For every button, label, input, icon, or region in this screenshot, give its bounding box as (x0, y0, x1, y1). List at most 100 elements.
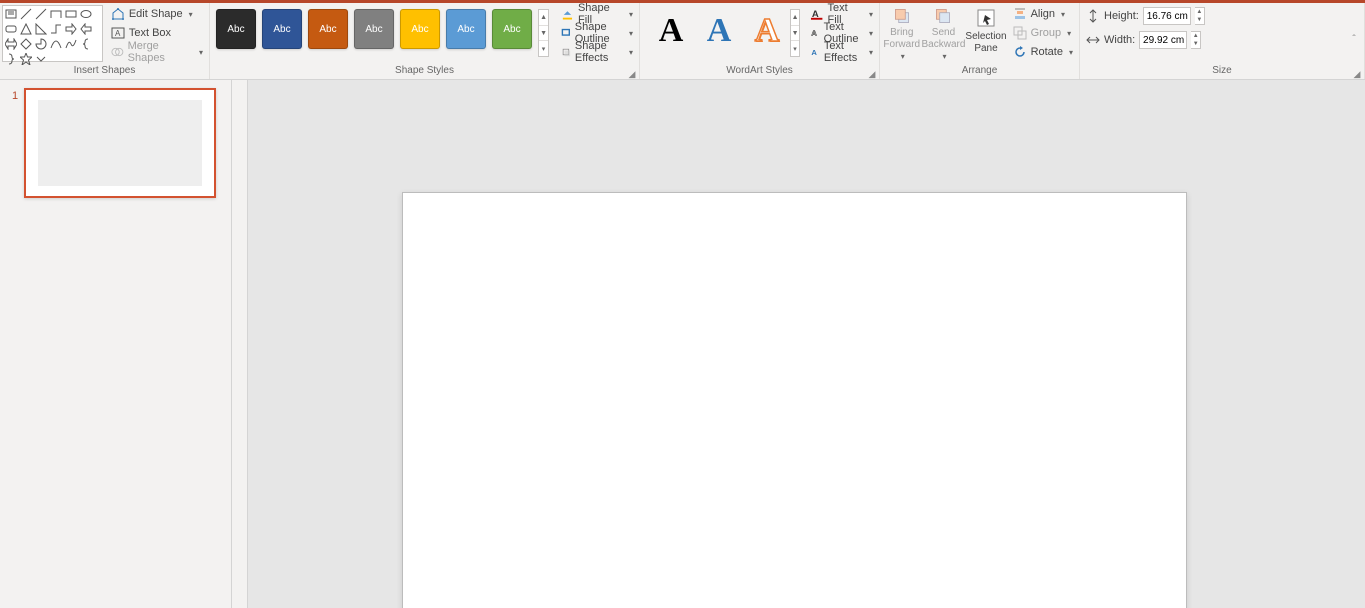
shape-triangle-icon[interactable] (19, 22, 33, 36)
align-icon (1013, 7, 1027, 21)
merge-shapes-label: Merge Shapes (128, 40, 193, 64)
text-box-label: Text Box (129, 27, 171, 39)
style-swatch-6[interactable]: Abc (446, 9, 486, 49)
shape-arrow-r-icon[interactable] (64, 22, 78, 36)
rotate-button[interactable]: Rotate▾ (1009, 43, 1077, 61)
group-label: Size (1212, 65, 1231, 76)
gallery-more-icon[interactable]: ▾ (539, 41, 548, 56)
gallery-scroll[interactable]: ▲ ▼ ▾ (538, 9, 549, 57)
group-size: Height: ▲▼ Width: ▲▼ Size ◢ ˆ (1080, 3, 1365, 79)
gallery-down-icon[interactable]: ▼ (791, 26, 799, 42)
send-backward-icon (932, 7, 954, 25)
gallery-down-icon[interactable]: ▼ (539, 26, 548, 42)
slide-thumbnail-panel: 1 (0, 80, 232, 608)
spin-down-icon[interactable]: ▼ (1191, 40, 1200, 48)
group-icon (1013, 26, 1027, 40)
slide-thumbnail-1[interactable] (24, 88, 216, 198)
text-effects-label: Text Effects (824, 40, 863, 64)
shape-diamond-icon[interactable] (19, 37, 33, 51)
bring-forward-button[interactable]: Bring Forward▾ (882, 5, 922, 63)
shape-line-icon[interactable] (19, 7, 33, 21)
chevron-down-icon: ▾ (189, 10, 193, 19)
svg-text:A: A (115, 29, 121, 38)
workspace: 1 (0, 80, 1365, 608)
shape-line2-icon[interactable] (34, 7, 48, 21)
wordart-preset-2[interactable]: A (702, 11, 736, 51)
slide-number: 1 (12, 90, 18, 102)
group-button[interactable]: Group ▾ (1009, 24, 1077, 42)
shape-effects-button[interactable]: Shape Effects▾ (557, 43, 637, 61)
chevron-down-icon: ▾ (629, 29, 633, 38)
style-swatch-2[interactable]: Abc (262, 9, 302, 49)
shape-fill-icon (561, 7, 574, 21)
chevron-down-icon: ▾ (1067, 29, 1071, 38)
shape-brace-l-icon[interactable] (79, 37, 93, 51)
wordart-gallery[interactable]: A A A (642, 5, 790, 51)
shape-textbox-icon[interactable] (4, 7, 18, 21)
send-backward-button[interactable]: Send Backward▾ (922, 5, 966, 63)
shape-connector-icon[interactable] (49, 7, 63, 21)
width-input[interactable] (1139, 31, 1187, 49)
height-icon (1086, 9, 1100, 23)
height-spinner[interactable]: ▲▼ (1195, 7, 1205, 25)
spin-up-icon[interactable]: ▲ (1195, 8, 1204, 16)
text-effects-button[interactable]: A Text Effects▾ (806, 43, 877, 61)
shape-curve-icon[interactable] (64, 37, 78, 51)
shape-rtriangle-icon[interactable] (34, 22, 48, 36)
style-swatch-1[interactable]: Abc (216, 9, 256, 49)
group-insert-shapes: Edit Shape▾ A Text Box Merge Shapes▾ Ins… (0, 3, 210, 79)
slide-canvas[interactable] (402, 192, 1187, 608)
svg-text:A: A (812, 48, 818, 57)
spin-down-icon[interactable]: ▼ (1195, 16, 1204, 24)
width-spinner[interactable]: ▲▼ (1191, 31, 1201, 49)
chevron-down-icon: ▾ (1061, 10, 1065, 19)
shape-brace-r-icon[interactable] (4, 52, 18, 66)
edit-shape-icon (111, 7, 125, 21)
style-swatch-7[interactable]: Abc (492, 9, 532, 49)
shape-pie-icon[interactable] (34, 37, 48, 51)
width-label: Width: (1104, 34, 1135, 46)
gallery-up-icon[interactable]: ▲ (791, 10, 799, 26)
align-button[interactable]: Align▾ (1009, 5, 1077, 23)
wordart-preset-3[interactable]: A (750, 11, 784, 51)
slide-editor[interactable] (232, 80, 1365, 608)
selection-pane-icon (975, 7, 997, 29)
style-swatch-4[interactable]: Abc (354, 9, 394, 49)
vertical-ruler (232, 80, 248, 608)
shape-star-icon[interactable] (19, 52, 33, 66)
ribbon-collapse-icon[interactable]: ˆ (1348, 33, 1360, 45)
shape-roundrect-icon[interactable] (4, 22, 18, 36)
dialog-launcher-icon[interactable]: ◢ (1352, 69, 1362, 79)
dialog-launcher-icon[interactable]: ◢ (867, 69, 877, 79)
shape-arrow-lr-icon[interactable] (4, 37, 18, 51)
merge-shapes-button[interactable]: Merge Shapes▾ (107, 43, 207, 61)
gallery-scroll[interactable]: ▲ ▼ ▾ (790, 9, 800, 57)
gallery-more-icon[interactable]: ▾ (791, 41, 799, 56)
shape-oval-icon[interactable] (79, 7, 93, 21)
gallery-up-icon[interactable]: ▲ (539, 10, 548, 26)
selection-pane-label: Selection Pane (965, 31, 1006, 55)
shape-elbow-icon[interactable] (49, 22, 63, 36)
shapes-gallery[interactable] (2, 5, 103, 62)
wordart-preset-1[interactable]: A (654, 11, 688, 51)
edit-shape-button[interactable]: Edit Shape▾ (107, 5, 207, 23)
style-swatch-3[interactable]: Abc (308, 9, 348, 49)
shape-style-gallery[interactable]: Abc Abc Abc Abc Abc Abc Abc (212, 5, 534, 49)
text-box-icon: A (111, 26, 125, 40)
svg-text:A: A (811, 29, 817, 38)
height-input[interactable] (1143, 7, 1191, 25)
selection-pane-button[interactable]: Selection Pane (965, 5, 1006, 63)
chevron-down-icon: ▾ (942, 51, 946, 63)
merge-shapes-icon (111, 45, 124, 59)
shape-rect-icon[interactable] (64, 7, 78, 21)
shape-arc-icon[interactable] (49, 37, 63, 51)
dialog-launcher-icon[interactable]: ◢ (627, 69, 637, 79)
style-swatch-5[interactable]: Abc (400, 9, 440, 49)
shape-more-icon[interactable] (34, 52, 48, 66)
group-label-btn: Group (1031, 27, 1062, 39)
chevron-down-icon: ▾ (901, 51, 905, 63)
chevron-down-icon: ▾ (629, 10, 633, 19)
shape-arrow-l-icon[interactable] (79, 22, 93, 36)
bring-forward-label: Bring Forward (882, 27, 922, 51)
spin-up-icon[interactable]: ▲ (1191, 32, 1200, 40)
